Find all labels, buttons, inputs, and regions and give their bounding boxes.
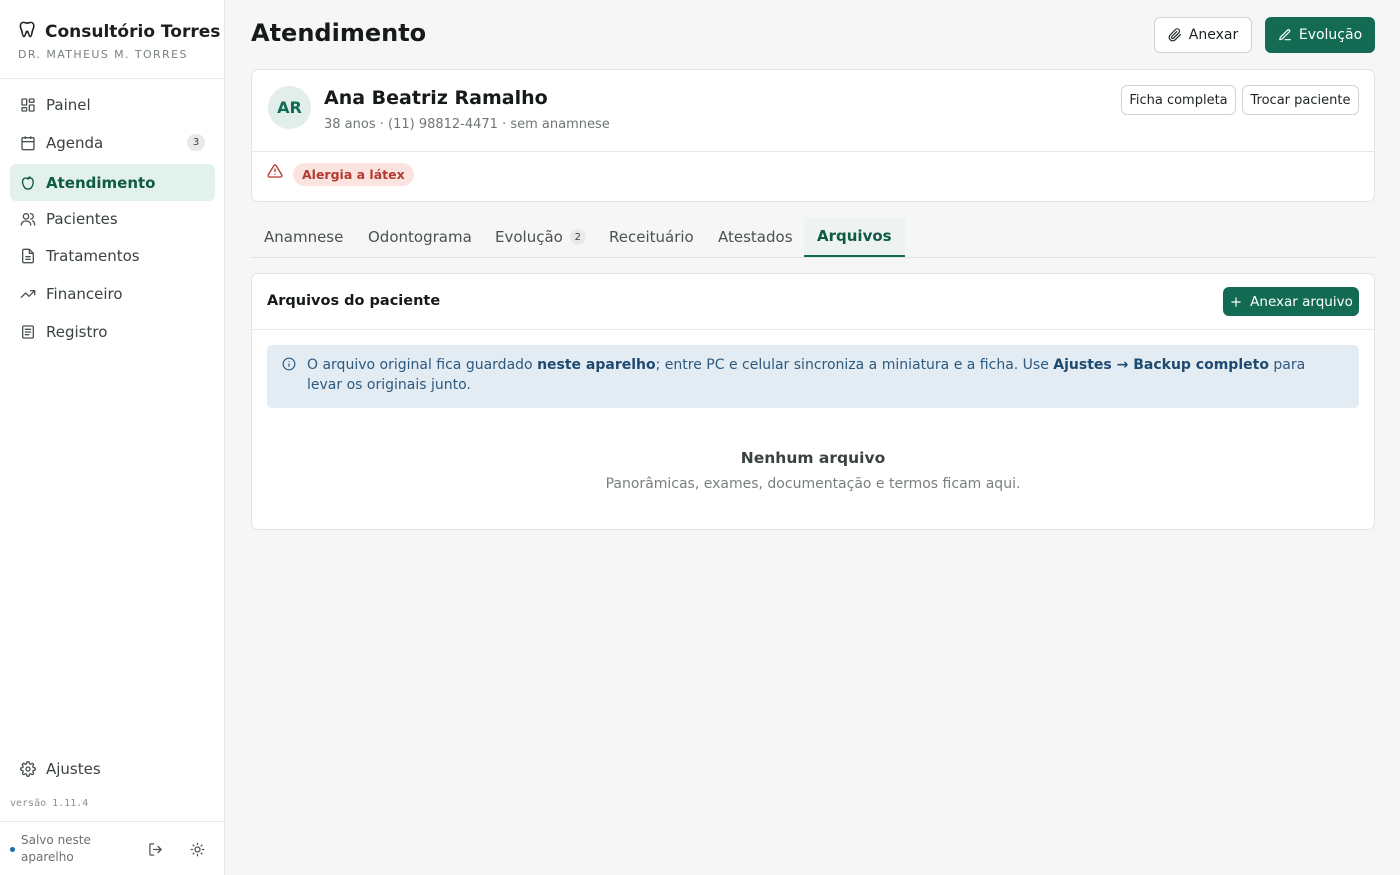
brand-subtitle: DR. MATHEUS M. TORRES [18,48,188,61]
attach-button-label: Anexar [1188,27,1239,43]
sidebar-item-label: Agenda [46,133,104,152]
evolution-button-label: Evolução [1298,27,1363,43]
sidebar-divider [0,78,224,79]
info-icon [282,357,296,371]
sidebar-item-ajustes[interactable]: Ajustes [10,750,215,787]
pencil-icon [1279,29,1291,41]
evolution-count-badge: 2 [569,229,586,245]
tab-evolucao[interactable]: Evolução 2 [495,217,586,257]
gear-icon [20,760,36,777]
sun-icon [190,842,204,856]
files-title: Arquivos do paciente [267,293,441,309]
users-icon [20,212,36,226]
patient-card-divider [252,151,1374,152]
attach-file-button-label: Anexar arquivo [1250,293,1353,310]
sidebar-item-pacientes[interactable]: Pacientes [10,200,215,237]
allergy-badge: Alergia a látex [293,163,414,186]
page-title: Atendimento [251,19,427,47]
paperclip-icon [1168,28,1181,42]
sidebar-item-label: Ajustes [46,759,101,778]
trend-icon [20,289,36,298]
sidebar-item-label: Pacientes [46,209,118,228]
info-notice-text: O arquivo original fica guardado neste a… [307,357,1306,393]
sidebar-item-label: Atendimento [46,173,156,192]
sidebar-item-tratamentos[interactable]: Tratamentos [10,237,215,274]
files-card: Arquivos do paciente Anexar arquivo O ar… [251,273,1375,530]
record-tabs: Anamnese Odontograma Evolução 2 Receituá… [251,217,1375,258]
full-record-button[interactable]: Ficha completa [1121,85,1236,115]
status-dot [10,846,15,852]
empty-state-subtitle: Panorâmicas, exames, documentação e term… [605,476,1021,492]
version-label: versão 1.11.4 [10,798,89,809]
empty-state-title: Nenhum arquivo [740,449,886,467]
sidebar-item-registro[interactable]: Registro [10,313,215,350]
sidebar-bottom-divider [0,821,224,822]
plus-icon [1231,296,1241,307]
sidebar: Consultório Torres DR. MATHEUS M. TORRES… [0,0,225,875]
patient-meta: 38 anos · (11) 98812-4471 · sem anamnese [324,117,610,132]
patient-card: AR Ana Beatriz Ramalho 38 anos · (11) 98… [251,69,1375,202]
files-card-divider [252,329,1374,330]
attach-button[interactable]: Anexar [1154,17,1252,53]
sidebar-item-agenda[interactable]: Agenda 3 [10,124,215,161]
switch-patient-button[interactable]: Trocar paciente [1242,85,1359,115]
calendar-icon [21,135,35,150]
tab-anamnese[interactable]: Anamnese [264,217,343,257]
sidebar-item-label: Tratamentos [46,246,140,265]
brand: Consultório Torres DR. MATHEUS M. TORRES [18,20,221,62]
attach-file-button[interactable]: Anexar arquivo [1223,287,1359,316]
list-icon [22,324,34,339]
save-status-text: Salvo neste aparelho [21,833,91,864]
info-notice: O arquivo original fica guardado neste a… [267,345,1359,408]
tooth-icon [21,175,34,190]
save-status: Salvo neste aparelho [10,832,101,866]
evolution-button[interactable]: Evolução [1265,17,1375,53]
tab-label: Evolução [495,228,563,246]
document-icon [22,248,34,263]
patient-name: Ana Beatriz Ramalho [324,87,548,109]
theme-toggle-button[interactable] [186,838,208,860]
brand-name: Consultório Torres [45,21,221,42]
sidebar-item-label: Financeiro [46,284,123,303]
grid-icon [21,97,35,112]
avatar: AR [268,86,311,129]
logout-button[interactable] [144,838,166,860]
warning-icon [267,163,283,179]
logout-icon [148,842,162,856]
sidebar-item-painel[interactable]: Painel [10,86,215,123]
tab-receituario[interactable]: Receituário [609,217,694,257]
sidebar-item-atendimento[interactable]: Atendimento [10,164,215,201]
sidebar-item-financeiro[interactable]: Financeiro [10,275,215,312]
tab-arquivos[interactable]: Arquivos [804,217,905,257]
tooth-logo-icon [18,20,37,43]
agenda-count-badge: 3 [187,134,205,151]
tab-odontograma[interactable]: Odontograma [368,217,472,257]
sidebar-item-label: Registro [46,322,108,341]
sidebar-item-label: Painel [46,95,91,114]
tab-atestados[interactable]: Atestados [718,217,793,257]
